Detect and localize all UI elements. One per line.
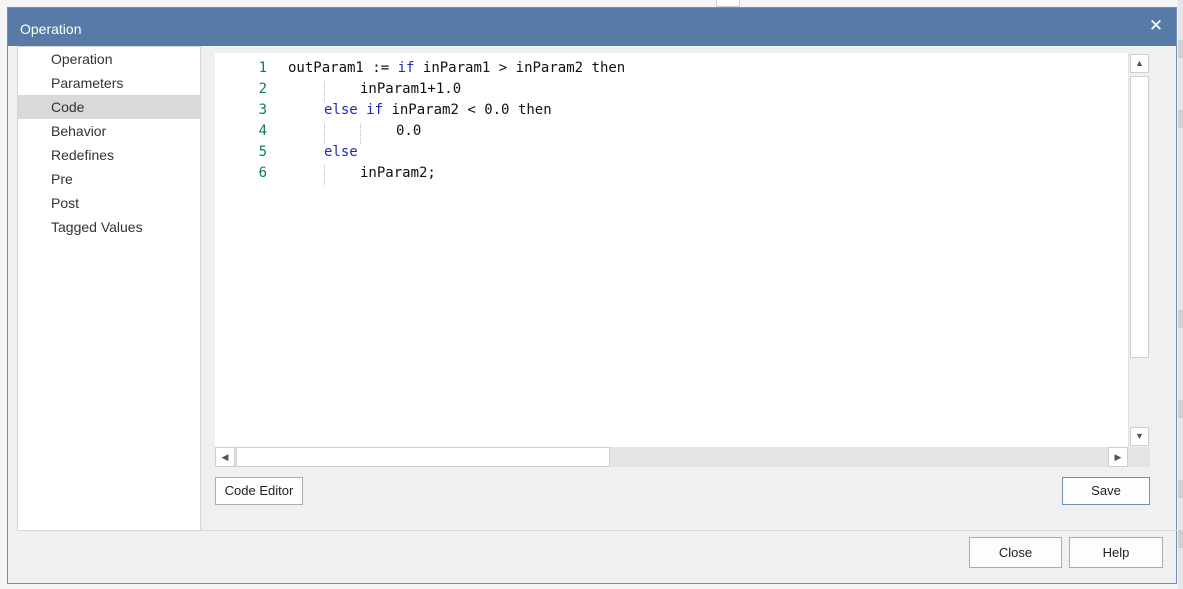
sidebar-item-operation[interactable]: Operation (18, 47, 200, 71)
sidebar-item-redefines[interactable]: Redefines (18, 143, 200, 167)
indent-guide (324, 123, 325, 144)
code-line: 2 inParam1+1.0 (215, 81, 1125, 102)
scroll-left-icon[interactable]: ◀ (215, 447, 235, 467)
scroll-right-icon[interactable]: ▶ (1108, 447, 1128, 467)
code-editor-button[interactable]: Code Editor (215, 477, 303, 505)
line-number: 5 (258, 144, 267, 160)
code-text: inParam1+1.0 (360, 81, 462, 97)
operation-dialog: Operation ✕ Operation Parameters Code Be… (7, 7, 1177, 584)
code-line: 3 else if inParam2 < 0.0 then (215, 102, 1125, 123)
line-number: 1 (258, 60, 267, 76)
close-icon[interactable]: ✕ (1144, 14, 1168, 38)
indent-guide (324, 165, 325, 186)
help-button[interactable]: Help (1069, 537, 1163, 568)
dialog-title: Operation (20, 21, 82, 37)
background-strip (1178, 0, 1183, 589)
indent-guide (360, 123, 361, 144)
save-button[interactable]: Save (1062, 477, 1150, 505)
code-text: outParam1 := if inParam1 > inParam2 then (288, 60, 626, 76)
footer-divider (17, 530, 1177, 531)
code-line: 4 0.0 (215, 123, 1125, 144)
scroll-up-icon[interactable]: ▲ (1130, 54, 1149, 73)
vertical-scrollbar[interactable]: ▲ ▼ (1128, 53, 1150, 448)
code-line: 1 outParam1 := if inParam1 > inParam2 th… (215, 60, 1125, 81)
sidebar-item-parameters[interactable]: Parameters (18, 71, 200, 95)
horizontal-scrollbar[interactable]: ◀ ▶ (215, 447, 1150, 467)
code-text: inParam2; (360, 165, 436, 181)
sidebar-item-post[interactable]: Post (18, 191, 200, 215)
close-button[interactable]: Close (969, 537, 1062, 568)
sidebar-item-behavior[interactable]: Behavior (18, 119, 200, 143)
vertical-scroll-thumb[interactable] (1130, 76, 1149, 358)
title-bar: Operation ✕ (8, 8, 1176, 46)
code-text: else (324, 144, 358, 160)
line-number: 4 (258, 123, 267, 139)
sidebar-item-tagged-values[interactable]: Tagged Values (18, 215, 200, 239)
sidebar: Operation Parameters Code Behavior Redef… (17, 46, 201, 531)
indent-guide (324, 81, 325, 102)
code-text: 0.0 (396, 123, 422, 139)
sidebar-item-pre[interactable]: Pre (18, 167, 200, 191)
sidebar-item-code[interactable]: Code (18, 95, 200, 119)
line-number: 6 (258, 165, 267, 181)
horizontal-scroll-thumb[interactable] (236, 447, 610, 467)
code-line: 6 inParam2; (215, 165, 1125, 186)
code-line: 5 else (215, 144, 1125, 165)
background-tab (716, 0, 740, 7)
code-text: else if inParam2 < 0.0 then (324, 102, 552, 118)
scroll-down-icon[interactable]: ▼ (1130, 427, 1149, 446)
line-number: 3 (258, 102, 267, 118)
code-editor-area[interactable]: 1 outParam1 := if inParam1 > inParam2 th… (215, 53, 1150, 449)
line-number: 2 (258, 81, 267, 97)
